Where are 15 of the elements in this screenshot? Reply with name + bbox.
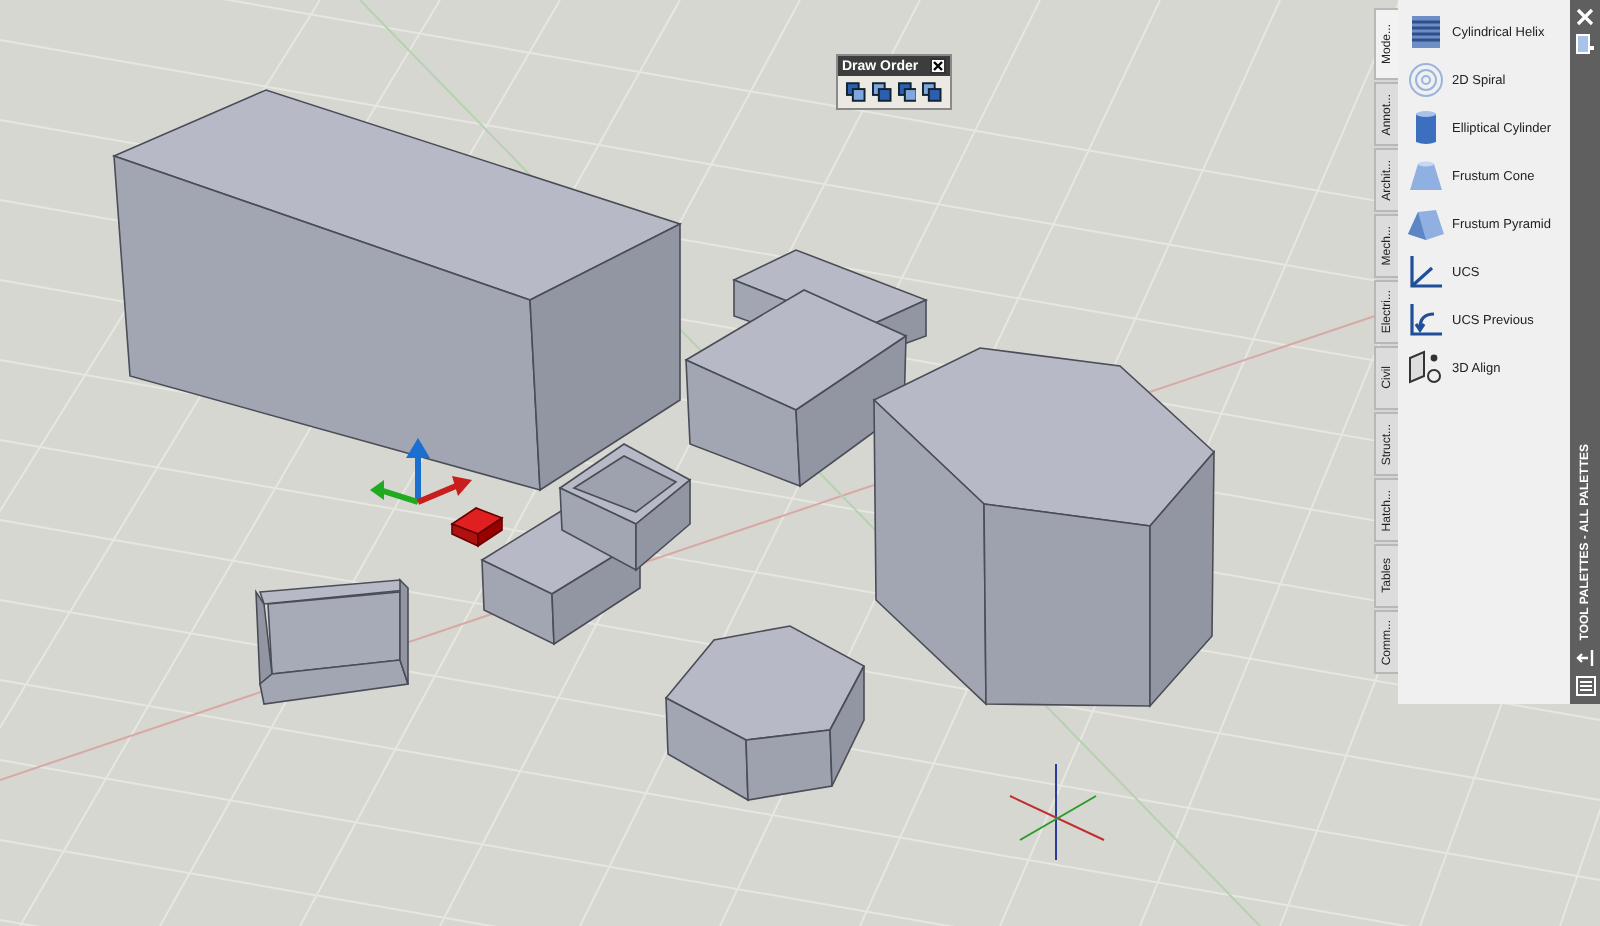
close-icon[interactable] <box>930 58 946 74</box>
tool-icon <box>1406 60 1446 100</box>
selected-box-shape <box>450 507 504 548</box>
auto-hide-icon[interactable] <box>1575 648 1595 668</box>
tool-icon <box>1406 204 1446 244</box>
tool-icon <box>1406 12 1446 52</box>
tool-icon <box>1406 156 1446 196</box>
properties-icon[interactable] <box>1575 34 1595 54</box>
tool-icon <box>1406 252 1446 292</box>
tool-icon <box>1406 348 1446 388</box>
ucs-icon <box>370 438 472 505</box>
crosshair-icon <box>1009 763 1105 861</box>
tool-icon <box>1406 300 1446 340</box>
open-box-shape <box>558 443 692 572</box>
menu-icon[interactable] <box>1575 676 1595 696</box>
